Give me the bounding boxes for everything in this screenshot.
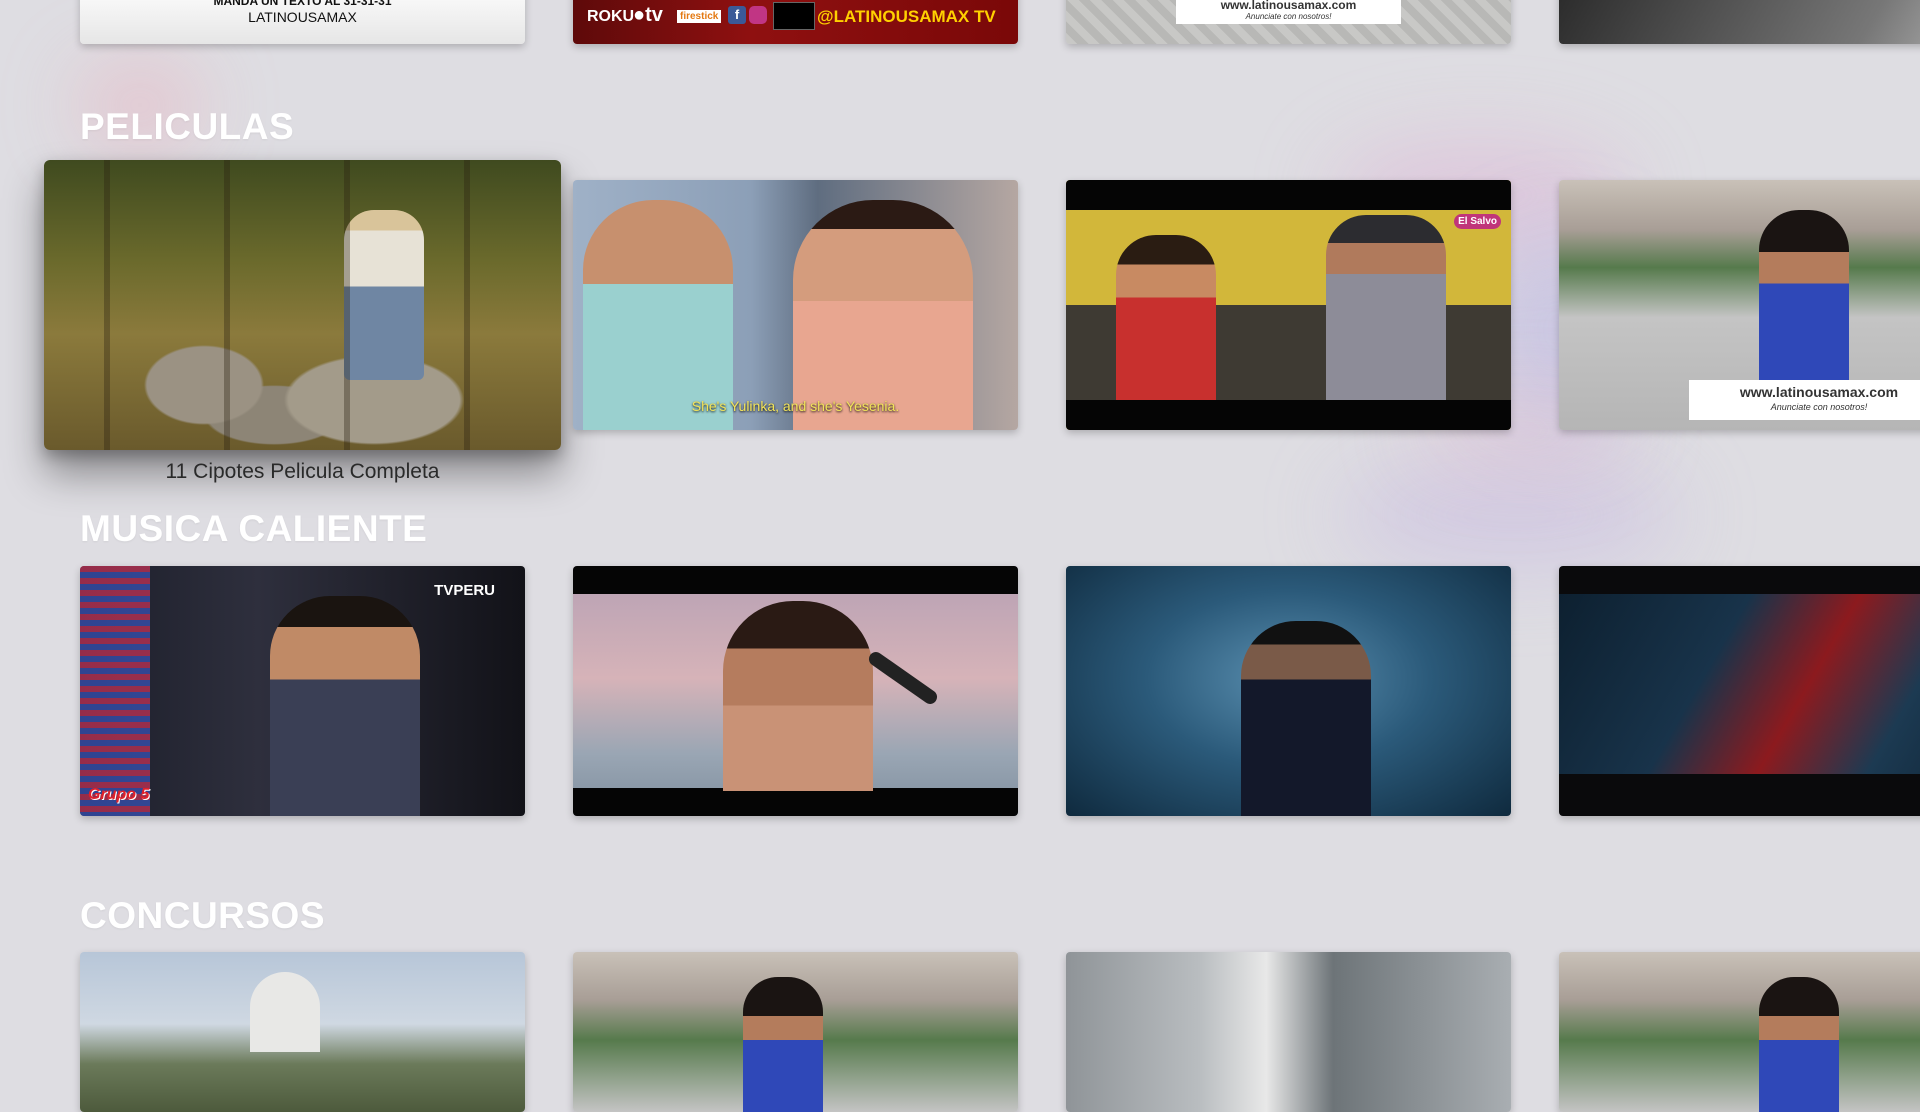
apple-icon: ●: [633, 4, 646, 26]
tile-text-line2: LATINOUSAMAX: [248, 9, 357, 25]
movie-subtitle-text: She's Yulinka, and she's Yesenia.: [691, 398, 900, 414]
capitol-dome: [250, 972, 320, 1052]
section-title-concursos: CONCURSOS: [80, 895, 326, 936]
tile-text-line1: MANDA UN TEXTO AL 31-31-31: [213, 0, 392, 8]
promo-tagline: Anunciate con nosotros!: [1245, 12, 1332, 21]
thumbnail-host: [1759, 977, 1839, 1112]
movie-tile-11-cipotes[interactable]: [44, 160, 561, 450]
music-tile-3[interactable]: [1066, 566, 1511, 816]
focused-tile-caption: 11 Cipotes Pelicula Completa: [165, 460, 440, 483]
contest-tile-2[interactable]: [573, 952, 1018, 1112]
contest-tile-3[interactable]: [1066, 952, 1511, 1112]
channel-handle: @LATINOUSAMAX TV: [817, 7, 996, 26]
grupo5-logo: Grupo 5: [88, 786, 150, 803]
promo-tagline: Anunciate con nosotros!: [1770, 402, 1868, 412]
letterbox-top: [573, 566, 1018, 594]
apple-tv-label: tv: [645, 4, 663, 26]
letterbox-top: [1066, 180, 1511, 210]
movie-tile-4[interactable]: www.latinousamax.com Anunciate con nosot…: [1559, 180, 1920, 430]
top-row-tile-3[interactable]: www.latinousamax.com Anunciate con nosot…: [1066, 0, 1511, 44]
roku-logo: ROKU: [587, 8, 635, 25]
section-title-peliculas: PELICULAS: [80, 106, 295, 147]
thumbnail-scene: [1559, 594, 1920, 774]
thumbnail-person-left: [583, 200, 733, 430]
contest-tile-4[interactable]: [1559, 952, 1920, 1112]
thumbnail-singer: [723, 601, 873, 791]
thumbnail-performer: [1241, 621, 1371, 816]
thumbnail-guard: [1326, 215, 1446, 400]
contest-tile-1[interactable]: [80, 952, 525, 1112]
top-row-tile-1[interactable]: MANDA UN TEXTO AL 31-31-31 LATINOUSAMAX: [80, 0, 525, 44]
firestick-logo: firestick: [677, 10, 722, 23]
movie-tile-2[interactable]: She's Yulinka, and she's Yesenia.: [573, 180, 1018, 430]
stage-lights: [80, 566, 150, 816]
section-title-musica-caliente: MUSICA CALIENTE: [80, 508, 428, 549]
thumbnail-host: [743, 977, 823, 1112]
apple-tv-logo: ●tv: [633, 4, 663, 27]
movie-thumbnail-trees: [44, 160, 561, 450]
promo-url: www.latinousamax.com: [1220, 0, 1357, 12]
music-tile-4[interactable]: [1559, 566, 1920, 816]
instagram-icon: [749, 6, 767, 24]
music-tile-1[interactable]: TVPERU Grupo 5: [80, 566, 525, 816]
movie-tile-3[interactable]: El Salvo: [1066, 180, 1511, 430]
promo-url: www.latinousamax.com: [1739, 384, 1899, 400]
channel-watermark: El Salvo: [1454, 214, 1501, 229]
tvperu-logo: TVPERU: [434, 582, 495, 599]
thumbnail-singer: [270, 596, 420, 816]
microphone-icon: [866, 649, 940, 707]
top-row-tile-2[interactable]: ROKU ●tv firestick f @LATINOUSAMAX TV: [573, 0, 1018, 44]
thumbnail-person-right: [793, 200, 973, 430]
letterbox-bottom: [1066, 400, 1511, 430]
app-store-badges: [773, 2, 815, 30]
facebook-icon: f: [728, 6, 746, 24]
top-row-tile-4[interactable]: [1559, 0, 1920, 44]
letterbox-bottom: [573, 788, 1018, 816]
promo-banner: www.latinousamax.com Anunciate con nosot…: [1689, 380, 1920, 420]
promo-banner: www.latinousamax.com Anunciate con nosot…: [1176, 0, 1401, 24]
music-tile-2[interactable]: [573, 566, 1018, 816]
thumbnail-boy: [1116, 235, 1216, 400]
